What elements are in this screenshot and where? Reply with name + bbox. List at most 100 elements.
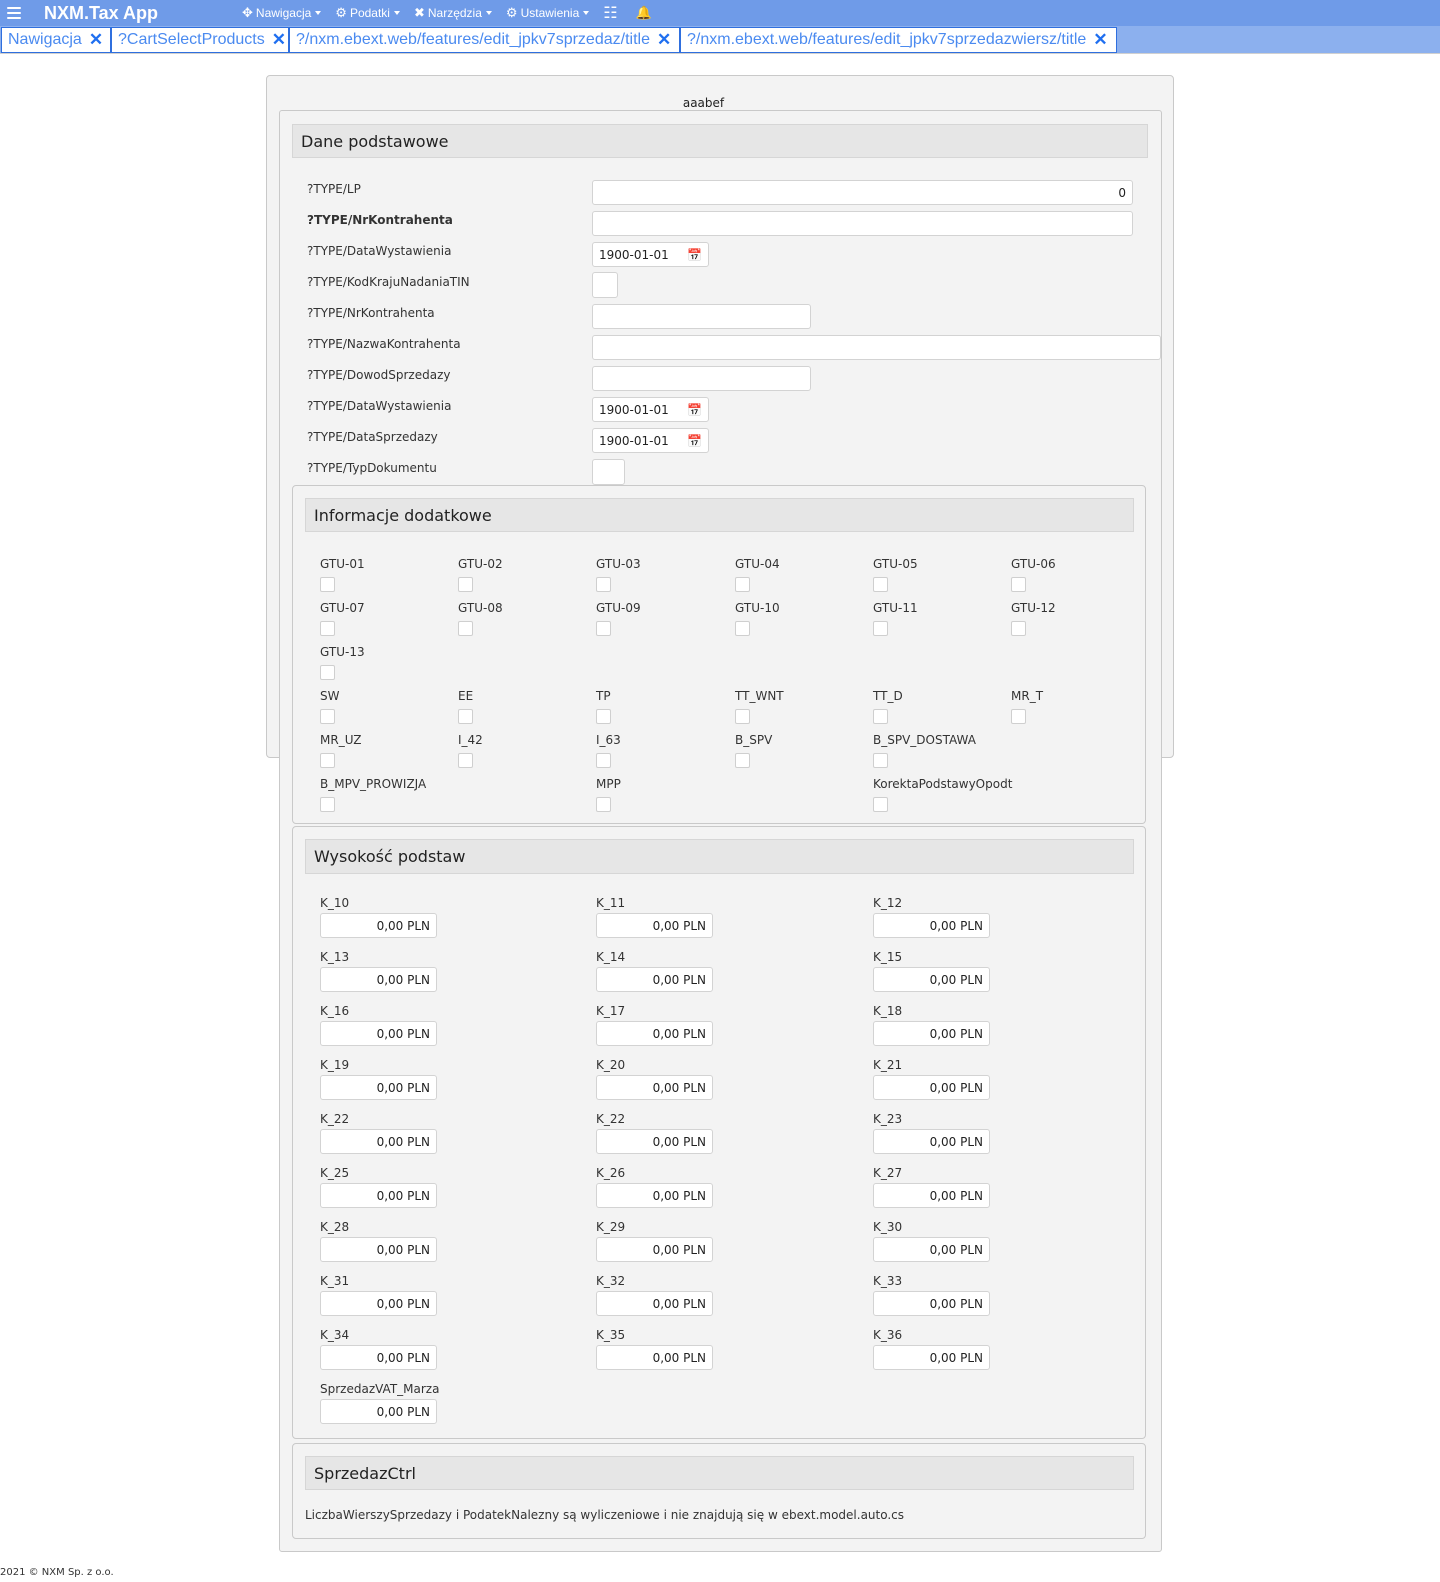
- amount-label: K_17: [596, 1004, 626, 1018]
- move-icon: ✥: [242, 5, 253, 20]
- tab-edit-jpkv7sprzedazwiersz[interactable]: ?/nxm.ebext.web/features/edit_jpkv7sprze…: [680, 27, 1117, 53]
- amount-input[interactable]: 0,00 PLN: [320, 1399, 437, 1424]
- checkbox-label: B_MPV_PROWIZJA: [320, 777, 427, 791]
- caret-down-icon: [583, 11, 590, 15]
- amount-label: K_12: [873, 896, 903, 910]
- checkbox[interactable]: [596, 797, 611, 812]
- checkbox-label: GTU-07: [320, 601, 365, 615]
- amount-input[interactable]: 0,00 PLN: [320, 1021, 437, 1046]
- amount-input[interactable]: 0,00 PLN: [596, 1183, 713, 1208]
- checkbox[interactable]: [873, 797, 888, 812]
- menu-nawigacja[interactable]: ✥ Nawigacja: [242, 5, 322, 21]
- amount-input[interactable]: 0,00 PLN: [873, 1129, 990, 1154]
- checkbox[interactable]: [320, 709, 335, 724]
- checkbox[interactable]: [1011, 621, 1026, 636]
- app-brand[interactable]: NXM.Tax App: [44, 3, 158, 24]
- typ-dokumentu-input[interactable]: [592, 459, 625, 485]
- checkbox[interactable]: [458, 753, 473, 768]
- checkbox[interactable]: [1011, 709, 1026, 724]
- amount-input[interactable]: 0,00 PLN: [320, 1129, 437, 1154]
- checkbox[interactable]: [596, 577, 611, 592]
- data-wystawienia-date-input[interactable]: 1900-01-01 📅: [592, 242, 709, 267]
- close-icon[interactable]: ✕: [272, 30, 286, 50]
- menu-ustawienia[interactable]: ⚙ Ustawienia: [506, 5, 590, 21]
- checkbox[interactable]: [1011, 577, 1026, 592]
- amount-input[interactable]: 0,00 PLN: [320, 1183, 437, 1208]
- checkbox[interactable]: [320, 621, 335, 636]
- amount-input[interactable]: 0,00 PLN: [320, 1237, 437, 1262]
- tasks-icon[interactable]: ☷: [603, 3, 617, 23]
- amount-input[interactable]: 0,00 PLN: [320, 1075, 437, 1100]
- amount-label: K_36: [873, 1328, 903, 1342]
- amount-input[interactable]: 0,00 PLN: [873, 1291, 990, 1316]
- checkbox[interactable]: [596, 621, 611, 636]
- checkbox[interactable]: [458, 577, 473, 592]
- amount-input[interactable]: 0,00 PLN: [873, 1345, 990, 1370]
- amount-input[interactable]: 0,00 PLN: [873, 1075, 990, 1100]
- close-icon[interactable]: ✕: [657, 30, 671, 50]
- amount-input[interactable]: 0,00 PLN: [596, 1237, 713, 1262]
- checkbox[interactable]: [735, 621, 750, 636]
- close-icon[interactable]: ✕: [89, 30, 103, 50]
- tab-cart-select-products[interactable]: ?CartSelectProducts ✕: [111, 27, 289, 53]
- nazwa-kontrahenta-input[interactable]: [592, 335, 1161, 360]
- lp-input[interactable]: 0: [592, 180, 1133, 205]
- checkbox[interactable]: [873, 621, 888, 636]
- amount-input[interactable]: 0,00 PLN: [873, 1237, 990, 1262]
- checkbox[interactable]: [320, 665, 335, 680]
- checkbox[interactable]: [596, 753, 611, 768]
- data-sprzedazy-date-input[interactable]: 1900-01-01 📅: [592, 428, 709, 453]
- amount-input[interactable]: 0,00 PLN: [873, 1183, 990, 1208]
- checkbox[interactable]: [320, 753, 335, 768]
- hamburger-menu-icon[interactable]: [7, 7, 21, 19]
- amount-input[interactable]: 0,00 PLN: [596, 1021, 713, 1046]
- amount-input[interactable]: 0,00 PLN: [320, 1291, 437, 1316]
- nr-kontrahenta-input[interactable]: [592, 211, 1133, 236]
- checkbox[interactable]: [320, 797, 335, 812]
- gears-icon: ⚙: [335, 5, 347, 20]
- checkbox[interactable]: [320, 577, 335, 592]
- amount-input[interactable]: 0,00 PLN: [596, 1129, 713, 1154]
- checkbox[interactable]: [735, 709, 750, 724]
- checkbox-label: GTU-13: [320, 645, 365, 659]
- calendar-icon[interactable]: 📅: [687, 403, 702, 417]
- kod-kraju-input[interactable]: [592, 272, 618, 298]
- tabs-bar: Nawigacja ✕ ?CartSelectProducts ✕ ?/nxm.eb…: [0, 26, 1440, 54]
- amount-input[interactable]: 0,00 PLN: [320, 1345, 437, 1370]
- nr-kontrahenta-2-input[interactable]: [592, 304, 811, 329]
- amount-label: K_32: [596, 1274, 626, 1288]
- calendar-icon[interactable]: 📅: [687, 248, 702, 262]
- dowod-sprzedazy-input[interactable]: [592, 366, 811, 391]
- checkbox-label: TT_D: [873, 689, 903, 703]
- tab-edit-jpkv7sprzedaz[interactable]: ?/nxm.ebext.web/features/edit_jpkv7sprze…: [289, 27, 680, 53]
- checkbox-label: GTU-06: [1011, 557, 1056, 571]
- bell-icon[interactable]: 🔔: [636, 5, 652, 21]
- checkbox[interactable]: [873, 577, 888, 592]
- calendar-icon[interactable]: 📅: [687, 434, 702, 448]
- amount-input[interactable]: 0,00 PLN: [320, 913, 437, 938]
- data-wystawienia-2-date-input[interactable]: 1900-01-01 📅: [592, 397, 709, 422]
- checkbox[interactable]: [458, 709, 473, 724]
- amount-input[interactable]: 0,00 PLN: [596, 1345, 713, 1370]
- amount-input[interactable]: 0,00 PLN: [873, 1021, 990, 1046]
- menu-narzedzia[interactable]: ✖ Narzędzia: [414, 5, 492, 21]
- checkbox[interactable]: [735, 753, 750, 768]
- tab-nawigacja[interactable]: Nawigacja ✕: [1, 27, 111, 53]
- checkbox[interactable]: [735, 577, 750, 592]
- amount-input[interactable]: 0,00 PLN: [596, 913, 713, 938]
- close-icon[interactable]: ✕: [1093, 30, 1107, 50]
- footer-copyright: 2021 © NXM Sp. z o.o.: [0, 1567, 114, 1578]
- checkbox[interactable]: [458, 621, 473, 636]
- amount-input[interactable]: 0,00 PLN: [320, 967, 437, 992]
- amount-input[interactable]: 0,00 PLN: [873, 967, 990, 992]
- menu-podatki[interactable]: ⚙ Podatki: [335, 5, 400, 21]
- amount-input[interactable]: 0,00 PLN: [596, 1291, 713, 1316]
- amount-input[interactable]: 0,00 PLN: [873, 913, 990, 938]
- amount-input[interactable]: 0,00 PLN: [596, 1075, 713, 1100]
- checkbox[interactable]: [596, 709, 611, 724]
- checkbox[interactable]: [873, 753, 888, 768]
- amount-input[interactable]: 0,00 PLN: [596, 967, 713, 992]
- checkbox[interactable]: [873, 709, 888, 724]
- checkbox-label: GTU-02: [458, 557, 503, 571]
- checkbox-label: GTU-03: [596, 557, 641, 571]
